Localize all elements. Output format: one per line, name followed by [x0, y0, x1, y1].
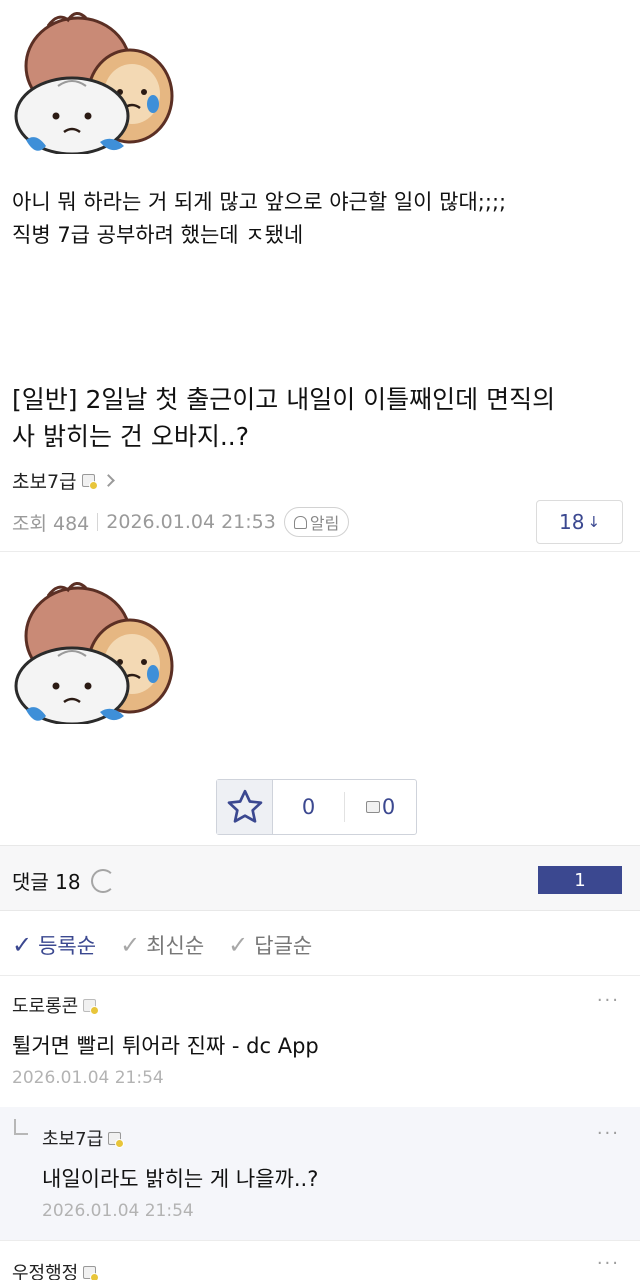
author-name[interactable]: 초보7급: [12, 467, 77, 494]
post-body-line: 직병 7급 공부하려 했는데 ㅈ됐네: [12, 223, 304, 247]
comment-header: 댓글 18 1: [0, 845, 640, 911]
check-icon: ✓: [12, 931, 33, 959]
next-post-author[interactable]: 초보7급: [12, 466, 115, 494]
view-count: 조회 484: [12, 512, 90, 535]
fixed-nick-badge-icon: [81, 473, 98, 490]
recommend-up-button[interactable]: 0: [273, 792, 345, 822]
check-icon: ✓: [228, 931, 249, 959]
sort-registered[interactable]: ✓ 등록순: [12, 930, 96, 960]
sort-label: 답글순: [254, 934, 313, 958]
post-date: 2026.01.04 21:53: [106, 511, 276, 533]
fixed-nick-badge-icon: [108, 1131, 125, 1148]
post-body-line: 아니 뭐 하라는 거 되게 많고 앞으로 야근할 일이 많대;;;;: [12, 190, 507, 214]
post-body: 아니 뭐 하라는 거 되게 많고 앞으로 야근할 일이 많대;;;; 직병 7급…: [12, 186, 622, 252]
more-options-button[interactable]: ···: [597, 1253, 620, 1274]
fixed-nick-badge-icon: [83, 1265, 100, 1280]
chevron-right-icon[interactable]: [101, 473, 115, 487]
comment-count: 댓글 18: [12, 870, 81, 894]
recommend-box: 0 0: [216, 779, 417, 835]
more-options-button[interactable]: ···: [597, 990, 620, 1011]
comment-author-name[interactable]: 우정행정: [12, 1259, 78, 1280]
fixed-nick-recommend-icon: [365, 801, 380, 813]
sticker-image: [8, 4, 178, 154]
reply-count-button[interactable]: 18 ↓: [536, 500, 623, 544]
fixed-nick-badge-icon: [83, 998, 100, 1015]
reply-count: 18: [558, 510, 585, 534]
comment-item: 우정행정 ···: [0, 1241, 640, 1280]
alarm-button[interactable]: 알림: [283, 507, 350, 537]
reply-indicator-icon: [14, 1119, 28, 1135]
section-divider: [0, 551, 640, 552]
sort-label: 등록순: [38, 934, 97, 958]
comment-date: 2026.01.04 21:54: [42, 1201, 194, 1221]
next-post-title[interactable]: [일반] 2일날 첫 출근이고 내일이 이틀째인데 면직의 사 밝히는 건 오바…: [12, 381, 622, 455]
meta-divider: [97, 513, 99, 531]
comment-author[interactable]: 초보7급: [42, 1125, 125, 1151]
recommend-down-count: 0: [381, 795, 396, 819]
recommend-down-button[interactable]: 0: [345, 780, 416, 834]
arrow-down-icon: ↓: [587, 513, 601, 531]
page-button[interactable]: 1: [538, 866, 622, 894]
comment-author[interactable]: 우정행정: [12, 1259, 100, 1280]
refresh-icon[interactable]: [90, 868, 115, 893]
sort-latest[interactable]: ✓ 최신순: [120, 930, 204, 960]
next-post-title-line[interactable]: [일반] 2일날 첫 출근이고 내일이 이틀째인데 면직의: [12, 381, 622, 418]
sticker-image: [8, 574, 178, 724]
star-icon: [227, 789, 262, 823]
comment-author-name[interactable]: 초보7급: [42, 1125, 103, 1151]
reply-item: 초보7급 ··· 내일이라도 밝히는 게 나을까..? 2026.01.04 2…: [0, 1107, 640, 1240]
next-post-title-line[interactable]: 사 밝히는 건 오바지..?: [12, 418, 622, 455]
star-button[interactable]: [217, 780, 273, 834]
check-icon: ✓: [120, 931, 141, 959]
next-post-meta: 조회 484 2026.01.04 21:53 알림: [12, 506, 350, 538]
comment-sort-options: ✓ 등록순 ✓ 최신순 ✓ 답글순: [12, 928, 336, 962]
alarm-label: 알림: [309, 514, 340, 533]
comment-author-name[interactable]: 도로롱콘: [12, 992, 78, 1018]
sort-label: 최신순: [146, 934, 205, 958]
comment-author[interactable]: 도로롱콘: [12, 992, 100, 1018]
recommend-up-count: 0: [301, 795, 316, 819]
comment-item: 도로롱콘 ··· 튈거면 빨리 튀어라 진짜 - dc App 2026.01.…: [0, 976, 640, 1106]
comment-text: 내일이라도 밝히는 게 나을까..?: [42, 1167, 319, 1191]
comment-date: 2026.01.04 21:54: [12, 1068, 164, 1088]
comment-count-label: 댓글 18: [12, 866, 115, 895]
bell-icon: [293, 515, 307, 529]
more-options-button[interactable]: ···: [597, 1123, 620, 1144]
sort-replies[interactable]: ✓ 답글순: [228, 930, 312, 960]
comment-text: 튈거면 빨리 튀어라 진짜 - dc App: [12, 1034, 319, 1058]
